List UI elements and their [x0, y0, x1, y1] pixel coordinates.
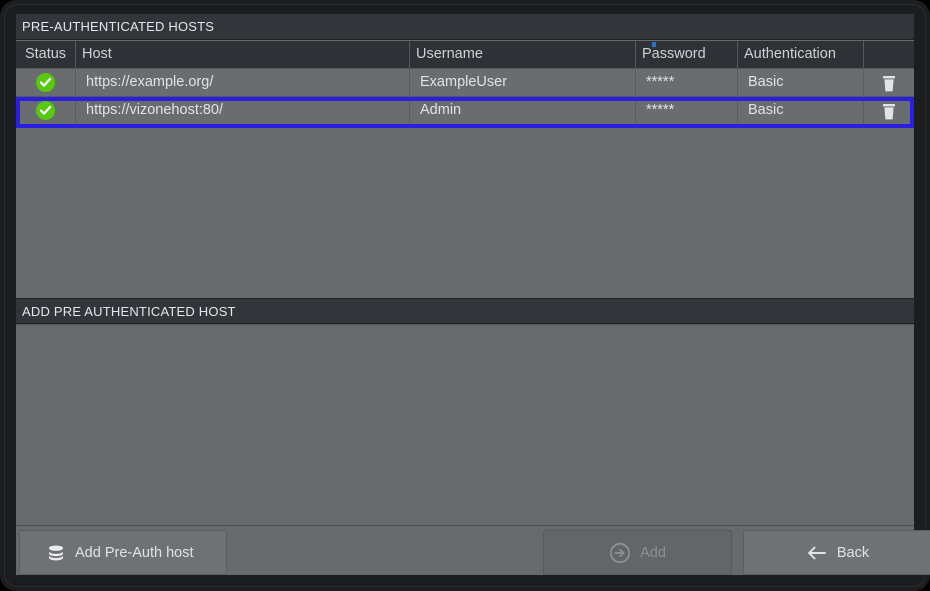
check-circle-icon [36, 73, 55, 92]
row-host: https://vizonehost:80/ [76, 97, 410, 124]
add-button[interactable]: Add [543, 530, 732, 575]
add-pre-authenticated-host-section-title: ADD PRE AUTHENTICATED HOST [16, 298, 914, 324]
check-circle-icon [36, 101, 55, 120]
arrow-left-icon [806, 544, 828, 562]
arrow-right-circle-icon [609, 542, 631, 564]
row-status-cell [16, 69, 76, 96]
add-button-label: Add [640, 544, 666, 561]
pre-authenticated-hosts-panel: PRE-AUTHENTICATED HOSTS Status Host User… [16, 14, 914, 311]
table-header-row: Status Host Username Password Authentica… [16, 41, 914, 69]
row-actions-cell [864, 97, 914, 124]
back-button[interactable]: Back [743, 530, 930, 575]
back-button-label: Back [836, 544, 870, 561]
add-pre-auth-host-button-label: Add Pre-Auth host [75, 544, 194, 561]
application-window: PRE-AUTHENTICATED HOSTS Status Host User… [0, 0, 930, 591]
row-status-cell [16, 97, 76, 124]
column-header-host[interactable]: Host [76, 41, 410, 68]
table-row[interactable]: https://vizonehost:80/ Admin ***** Basic [16, 97, 914, 125]
row-authentication: Basic [738, 97, 864, 124]
row-actions-cell [864, 69, 914, 96]
column-header-username[interactable]: Username [410, 41, 636, 68]
column-header-status[interactable]: Status [16, 41, 76, 68]
add-pre-auth-host-button[interactable]: Add Pre-Auth host [19, 530, 227, 575]
table-row[interactable]: https://example.org/ ExampleUser ***** B… [16, 69, 914, 97]
pre-authenticated-hosts-section-title: PRE-AUTHENTICATED HOSTS [16, 14, 914, 40]
row-authentication: Basic [738, 69, 864, 96]
column-resize-handle[interactable] [652, 42, 656, 47]
database-icon [46, 543, 66, 563]
trash-icon[interactable] [876, 71, 902, 96]
row-username: Admin [410, 97, 636, 124]
footer-bar: Add Pre-Auth host Add Back [16, 525, 930, 575]
column-header-authentication[interactable]: Authentication [738, 41, 864, 68]
add-host-form-area [16, 324, 914, 524]
column-header-actions [864, 41, 914, 68]
row-username: ExampleUser [410, 69, 636, 96]
row-host: https://example.org/ [76, 69, 410, 96]
content-area: PRE-AUTHENTICATED HOSTS Status Host User… [16, 14, 930, 575]
row-password: ***** [636, 69, 738, 96]
trash-icon[interactable] [876, 99, 902, 124]
add-pre-authenticated-host-panel: ADD PRE AUTHENTICATED HOST [16, 298, 914, 525]
pre-authenticated-hosts-table: Status Host Username Password Authentica… [16, 41, 914, 125]
row-password: ***** [636, 97, 738, 124]
